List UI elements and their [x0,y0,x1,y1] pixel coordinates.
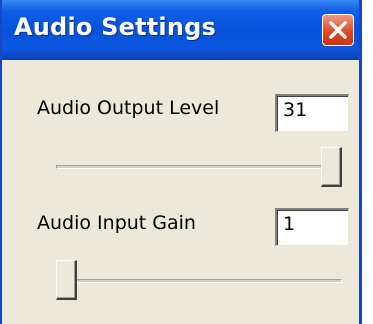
close-button[interactable] [322,14,354,46]
audio-output-level-label: Audio Output Level [37,97,220,119]
audio-input-gain-label: Audio Input Gain [37,212,196,234]
audio-output-level-track[interactable] [56,165,342,169]
audio-input-gain-track[interactable] [56,279,342,283]
close-icon [329,21,347,39]
audio-settings-window: Audio Settings Audio Output Level 31 Aud… [0,0,362,324]
audio-input-gain-field[interactable]: 1 [275,208,349,246]
audio-output-level-field[interactable]: 31 [275,94,349,132]
audio-output-level-slider-thumb[interactable] [321,147,342,187]
audio-input-gain-slider-thumb[interactable] [56,260,77,300]
title-bar[interactable]: Audio Settings [2,0,359,60]
window-title: Audio Settings [14,13,216,41]
